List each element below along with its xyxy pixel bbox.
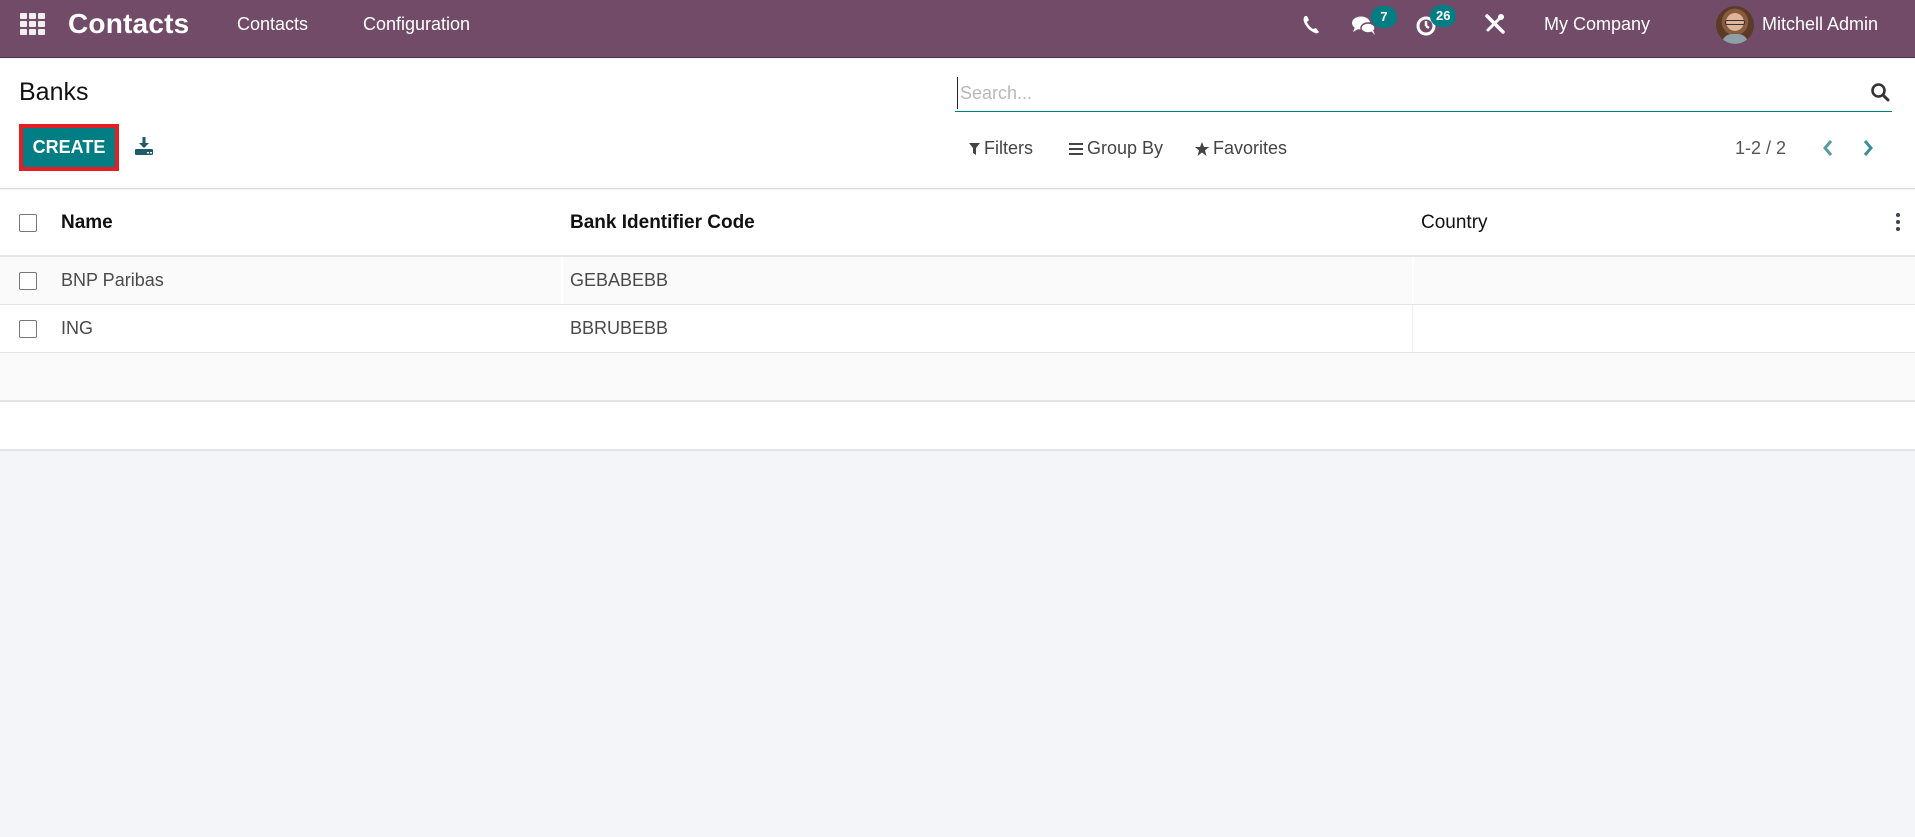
filter-icon (969, 142, 980, 155)
column-separator (1412, 305, 1413, 352)
search-input[interactable] (957, 77, 1837, 109)
column-separator (561, 257, 563, 304)
pager-value[interactable]: 1-2 / 2 (1735, 138, 1786, 159)
user-menu[interactable]: Mitchell Admin (1762, 14, 1878, 35)
optional-columns-icon[interactable] (1895, 213, 1901, 231)
column-separator (1412, 257, 1414, 304)
phone-icon[interactable] (1301, 13, 1325, 37)
activities-badge: 26 (1430, 5, 1457, 27)
column-header-country[interactable]: Country (1421, 212, 1488, 234)
chevron-left-icon[interactable] (1818, 137, 1838, 159)
favorites-button[interactable]: Favorites (1195, 138, 1287, 159)
avatar-shirt (1722, 34, 1748, 44)
row-checkbox[interactable] (19, 320, 37, 338)
app-brand[interactable]: Contacts (68, 8, 189, 40)
empty-row (0, 353, 1915, 402)
list-header: Name Bank Identifier Code Country (0, 190, 1915, 257)
banks-list: Name Bank Identifier Code Country BNP Pa… (0, 190, 1915, 451)
user-avatar[interactable] (1716, 6, 1754, 44)
tools-icon[interactable] (1484, 13, 1508, 37)
cell-bic: BBRUBEBB (570, 318, 669, 338)
select-all-checkbox[interactable] (19, 214, 37, 232)
star-icon (1195, 141, 1209, 156)
search-bar (955, 75, 1892, 112)
messages-badge: 7 (1371, 6, 1397, 28)
cell-name: ING (61, 318, 94, 338)
search-icon[interactable] (1870, 82, 1890, 102)
list-icon (1069, 142, 1083, 155)
menu-configuration[interactable]: Configuration (363, 14, 470, 35)
table-row[interactable]: ING BBRUBEBB (0, 305, 1915, 353)
cell-name: BNP Paribas (61, 270, 164, 290)
page-title: Banks (19, 78, 89, 106)
row-checkbox[interactable] (19, 272, 37, 290)
avatar-glasses (1725, 20, 1745, 25)
column-separator (561, 305, 563, 352)
filters-button[interactable]: Filters (969, 138, 1033, 159)
favorites-label: Favorites (1213, 138, 1288, 158)
top-navbar: Contacts Contacts Configuration 7 26 My … (0, 0, 1915, 58)
apps-grid-icon[interactable] (20, 13, 46, 35)
menu-contacts[interactable]: Contacts (237, 14, 308, 35)
table-row[interactable]: BNP Paribas GEBABEBB (0, 257, 1915, 305)
empty-row (0, 402, 1915, 451)
download-icon[interactable] (134, 136, 154, 156)
control-panel: Banks CREATE Filters Group By Favorites … (0, 59, 1915, 189)
cell-bic: GEBABEBB (570, 270, 669, 290)
group-by-button[interactable]: Group By (1069, 138, 1163, 159)
chevron-right-icon[interactable] (1858, 137, 1878, 159)
group-by-label: Group By (1087, 138, 1164, 158)
company-switcher[interactable]: My Company (1544, 14, 1650, 35)
filters-label: Filters (984, 138, 1033, 158)
column-header-name[interactable]: Name (61, 212, 113, 234)
create-button[interactable]: CREATE (19, 124, 119, 171)
column-header-bic[interactable]: Bank Identifier Code (570, 212, 755, 234)
